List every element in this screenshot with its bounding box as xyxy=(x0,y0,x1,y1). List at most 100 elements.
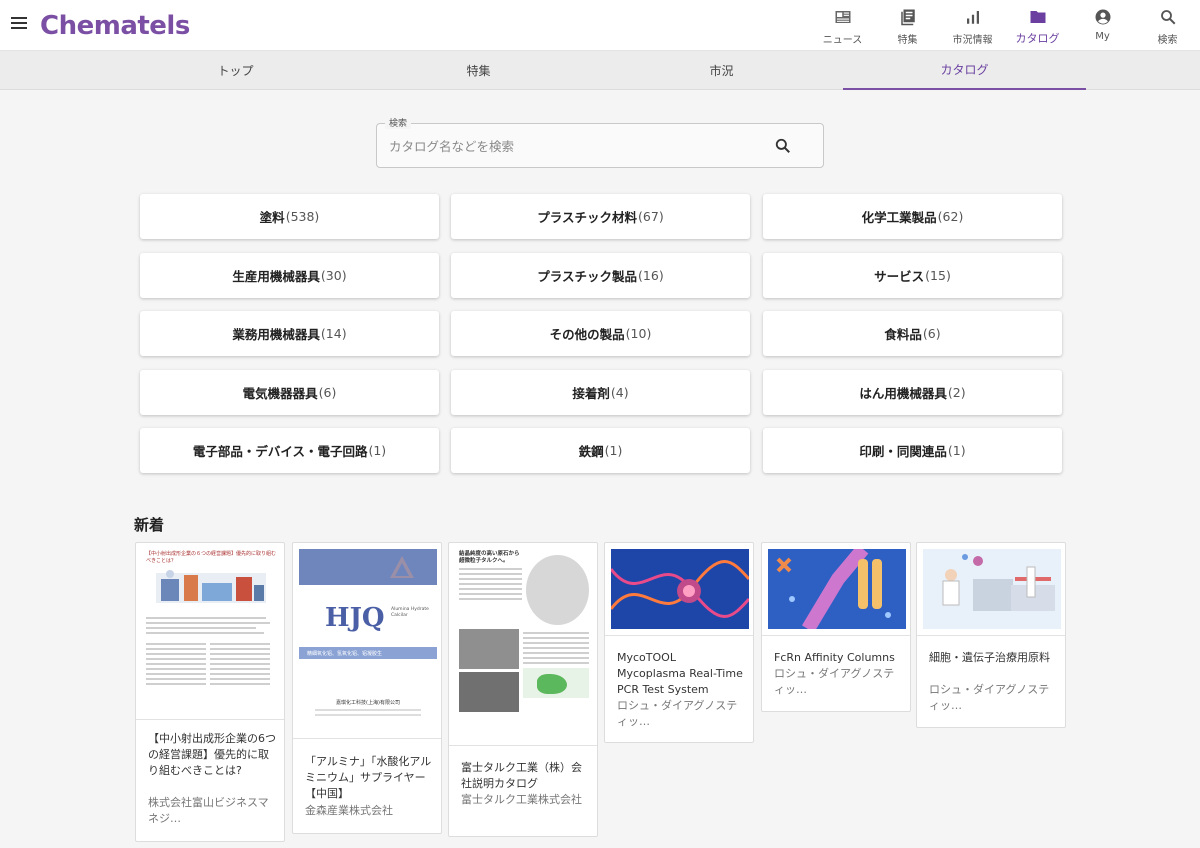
category-count: (1) xyxy=(368,443,387,458)
card-company: 金森産業株式会社 xyxy=(305,804,393,817)
category-count: (10) xyxy=(625,326,652,341)
nav-market[interactable]: 市況情報 xyxy=(940,0,1005,51)
category-name: はん用機械器具 xyxy=(859,386,947,401)
category-name: プラスチック材料 xyxy=(537,210,638,225)
nav-news-label: ニュース xyxy=(822,35,863,46)
category-button[interactable]: その他の製品 (10) xyxy=(451,311,750,356)
catalog-search-box: 検索 xyxy=(376,116,824,168)
nav-my[interactable]: My xyxy=(1070,0,1135,51)
catalog-thumbnail xyxy=(611,549,749,629)
tab-top[interactable]: トップ xyxy=(114,51,357,90)
catalog-thumbnail: HJQ Alumina Hydrate Calcilar 精細氧化铝、氢氧化铝、… xyxy=(299,549,437,717)
category-button[interactable]: 食料品 (6) xyxy=(763,311,1062,356)
nav-feature[interactable]: 特集 xyxy=(875,0,940,51)
catalog-thumbnail xyxy=(923,549,1061,629)
category-count: (67) xyxy=(638,209,664,224)
catalog-card[interactable]: 結晶純度の高い原石から超微粒子タルクへ。 富士タルク工業（株）会社説明カタログ … xyxy=(448,542,598,837)
catalog-card[interactable]: HJQ Alumina Hydrate Calcilar 精細氧化铝、氢氧化铝、… xyxy=(292,542,442,834)
new-section-title: 新着 xyxy=(134,516,165,534)
card-company: ロシュ・ダイアグノスティッ… xyxy=(617,699,738,728)
talc-micrograph xyxy=(526,555,589,625)
category-count: (1) xyxy=(947,443,966,458)
card-title: MycoTOOL Mycoplasma Real-Time PCR Test S… xyxy=(617,651,743,696)
nav-news[interactable]: ニュース xyxy=(810,0,875,51)
chematels-logo[interactable]: Chematels xyxy=(40,10,190,42)
catalog-thumbnail: 結晶純度の高い原石から超微粒子タルクへ。 xyxy=(455,549,593,727)
category-name: 化学工業製品 xyxy=(861,210,937,225)
micrograph-2 xyxy=(459,672,519,712)
dna-illustration xyxy=(611,549,749,629)
nav-feature-label: 特集 xyxy=(897,35,918,46)
card-divider xyxy=(917,635,1065,636)
card-title: 【中小射出成形企業の6つの経営課題】優先的に取り組むべきことは? xyxy=(148,732,276,777)
map-illustration xyxy=(523,668,589,698)
nav-search-label: 検索 xyxy=(1157,35,1178,46)
category-button[interactable]: 生産用機械器具 (30) xyxy=(140,253,439,298)
category-name: 食料品 xyxy=(884,327,922,342)
category-button[interactable]: 印刷・同関連品 (1) xyxy=(763,428,1062,473)
nav-search[interactable]: 検索 xyxy=(1135,0,1200,51)
category-button[interactable]: サービス (15) xyxy=(763,253,1062,298)
search-input[interactable] xyxy=(389,136,759,156)
category-button[interactable]: 鉄鋼 (1) xyxy=(451,428,750,473)
category-button[interactable]: プラスチック材料 (67) xyxy=(451,194,750,239)
market-chart-icon xyxy=(966,11,979,24)
card-divider xyxy=(449,745,597,746)
nav-catalog-label: カタログ xyxy=(1015,32,1060,45)
thumb-heading: 結晶純度の高い原石から超微粒子タルクへ。 xyxy=(459,551,520,564)
category-count: (15) xyxy=(925,268,951,283)
category-name: 塗料 xyxy=(259,210,285,225)
card-divider xyxy=(762,635,910,636)
category-name: 接着剤 xyxy=(572,386,610,401)
category-count: (538) xyxy=(285,209,320,224)
tab-market[interactable]: 市況 xyxy=(600,51,843,90)
search-button-icon[interactable] xyxy=(773,136,793,156)
card-title: 細胞・遺伝子治療用原料 xyxy=(929,651,1050,664)
catalog-thumbnail xyxy=(768,549,906,629)
category-button[interactable]: 化学工業製品 (62) xyxy=(763,194,1062,239)
card-company: ロシュ・ダイアグノスティッ… xyxy=(774,667,895,696)
folder-icon xyxy=(1030,11,1045,23)
thumb-brand: HJQ xyxy=(325,603,385,633)
category-count: (6) xyxy=(922,326,941,341)
antibody-illustration xyxy=(768,549,906,629)
card-company: 富士タルク工業株式会社 xyxy=(461,793,582,806)
category-name: 鉄鋼 xyxy=(578,444,604,459)
category-button[interactable]: 接着剤 (4) xyxy=(451,370,750,415)
catalog-card[interactable]: MycoTOOL Mycoplasma Real-Time PCR Test S… xyxy=(604,542,754,743)
thumb-footer: 嘉琪化工科技(上海)有限公司 xyxy=(336,700,400,706)
tab-catalog[interactable]: カタログ xyxy=(843,51,1086,90)
search-label: 検索 xyxy=(385,116,412,129)
category-name: サービス xyxy=(874,269,925,284)
category-button[interactable]: 電気機器器具 (6) xyxy=(140,370,439,415)
category-count: (4) xyxy=(610,385,629,400)
header-nav: ニュース 特集 市況情報 カタログ My 検索 xyxy=(810,0,1200,51)
category-name: 電気機器器具 xyxy=(242,386,318,401)
hamburger-menu-icon[interactable] xyxy=(11,17,27,31)
thumb-band: 精細氧化铝、氢氧化铝、铝凝胶生 xyxy=(299,647,437,659)
category-button[interactable]: 塗料 (538) xyxy=(140,194,439,239)
catalog-card[interactable]: FcRn Affinity Columns ロシュ・ダイアグノスティッ… xyxy=(761,542,911,712)
category-button[interactable]: プラスチック製品 (16) xyxy=(451,253,750,298)
category-count: (62) xyxy=(937,209,964,224)
section-tabs: トップ 特集 市況 カタログ xyxy=(0,51,1200,90)
card-title: FcRn Affinity Columns xyxy=(774,651,895,664)
app-header: Chematels ニュース 特集 市況情報 カタログ My 検索 xyxy=(0,0,1200,51)
category-name: 印刷・同関連品 xyxy=(859,444,947,459)
category-button[interactable]: はん用機械器具 (2) xyxy=(763,370,1062,415)
nav-market-label: 市況情報 xyxy=(952,35,993,46)
catalog-card[interactable]: 細胞・遺伝子治療用原料 ロシュ・ダイアグノスティッ… xyxy=(916,542,1066,728)
category-name: その他の製品 xyxy=(549,327,625,342)
card-divider xyxy=(605,635,753,636)
category-button[interactable]: 電子部品・デバイス・電子回路 (1) xyxy=(140,428,439,473)
nav-catalog[interactable]: カタログ xyxy=(1005,0,1070,51)
catalog-card[interactable]: 【中小射出成形企業の６つの経営課題】優先的に取り組むべきことは？ 【中小射出成形… xyxy=(135,542,285,842)
category-button[interactable]: 業務用機械器具 (14) xyxy=(140,311,439,356)
thumb-heading: 【中小射出成形企業の６つの経営課題】優先的に取り組むべきことは？ xyxy=(146,551,277,564)
tab-feature[interactable]: 特集 xyxy=(357,51,600,90)
logo-text: Chematels xyxy=(40,11,190,41)
category-count: (30) xyxy=(320,268,347,283)
category-count: (16) xyxy=(638,268,664,283)
card-divider xyxy=(136,719,284,720)
catalog-thumbnail: 【中小射出成形企業の６つの経営課題】優先的に取り組むべきことは？ xyxy=(142,549,280,715)
